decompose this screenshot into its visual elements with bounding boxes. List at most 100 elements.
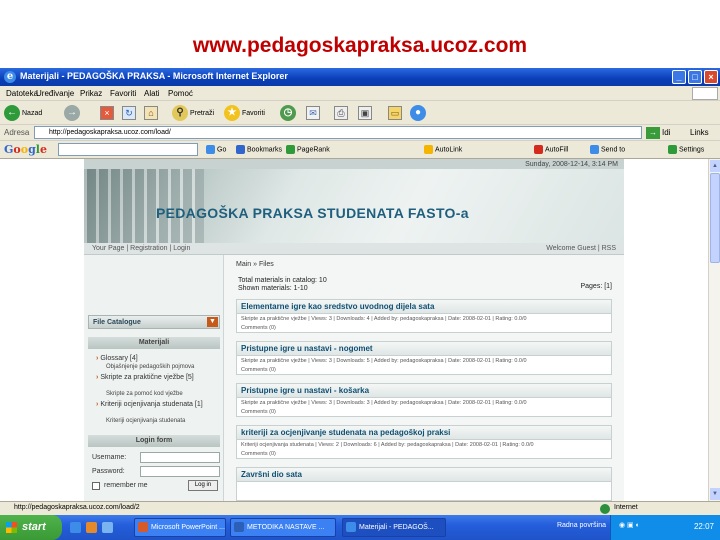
go-button[interactable]: Idi bbox=[662, 128, 670, 137]
menu-tools[interactable]: Alati bbox=[144, 89, 160, 98]
file-entry-title[interactable]: kriteriji za ocjenjivanje studenata na p… bbox=[237, 426, 611, 440]
google-settings-button[interactable]: Settings bbox=[668, 145, 704, 154]
address-bar: Adresa http://pedagoskapraksa.ucoz.com/l… bbox=[0, 125, 720, 141]
site-top-strip: Sunday, 2008-12-14, 3:14 PM bbox=[84, 159, 624, 169]
remember-me-label: remember me bbox=[104, 482, 148, 489]
remember-me-checkbox[interactable] bbox=[92, 482, 100, 490]
file-entry-title[interactable]: Pristupne igre u nastavi - košarka bbox=[237, 384, 611, 398]
menu-favorites[interactable]: Favoriti bbox=[110, 89, 136, 98]
category-kriteriji[interactable]: › Kriteriji ocjenjivanja studenata [1] bbox=[96, 401, 203, 408]
stop-button[interactable]: × bbox=[100, 104, 114, 122]
windows-flag-icon bbox=[6, 522, 17, 533]
maximize-button[interactable]: □ bbox=[688, 70, 702, 84]
quicklaunch-media-icon[interactable] bbox=[86, 522, 97, 533]
file-entry: Pristupne igre u nastavi - košarka Skrip… bbox=[236, 383, 612, 417]
quicklaunch-ie-icon[interactable] bbox=[70, 522, 81, 533]
home-button[interactable]: ⌂ bbox=[144, 104, 158, 122]
mail-button[interactable]: ✉ bbox=[306, 104, 320, 122]
favorites-button[interactable]: ★ Favoriti bbox=[224, 104, 265, 122]
print-button[interactable]: ⎙ bbox=[334, 104, 348, 122]
scroll-up-icon[interactable]: ▲ bbox=[710, 160, 720, 172]
breadcrumb[interactable]: Main » Files bbox=[236, 261, 274, 268]
menu-help[interactable]: Pomoć bbox=[168, 89, 193, 98]
category-skripte[interactable]: › Skripte za praktične vježbe [5] bbox=[96, 374, 194, 381]
start-button[interactable]: start bbox=[0, 515, 62, 540]
nav-welcome[interactable]: Welcome Guest | RSS bbox=[546, 245, 616, 252]
site-navbar: Your Page | Registration | Login Welcome… bbox=[84, 243, 624, 255]
file-entry-comments[interactable]: Comments (0) bbox=[237, 449, 611, 458]
history-button[interactable]: ◷ bbox=[280, 104, 296, 122]
browser-window: e Materijali - PEDAGOŠKA PRAKSA - Micros… bbox=[0, 68, 720, 540]
google-bookmarks-button[interactable]: Bookmarks bbox=[236, 145, 282, 154]
autolink-icon bbox=[424, 145, 433, 154]
google-search-input[interactable] bbox=[58, 143, 198, 156]
file-entry: Elementarne igre kao sredstvo uvodnog di… bbox=[236, 299, 612, 333]
menu-edit[interactable]: Uređivanje bbox=[36, 89, 74, 98]
file-entry-title[interactable]: Elementarne igre kao sredstvo uvodnog di… bbox=[237, 300, 611, 314]
search-button[interactable]: ⚲ Pretraži bbox=[172, 104, 214, 122]
google-logo[interactable]: Google bbox=[4, 143, 47, 156]
google-autofill-button[interactable]: AutoFill bbox=[534, 145, 568, 154]
nav-user-links[interactable]: Your Page | Registration | Login bbox=[92, 245, 190, 252]
google-bookmarks-label: Bookmarks bbox=[247, 146, 283, 154]
file-entry-comments[interactable]: Comments (0) bbox=[237, 407, 611, 416]
file-entry-comments[interactable]: Comments (0) bbox=[237, 323, 611, 332]
file-entry-meta: Skripte za praktične vježbe | Views: 3 |… bbox=[241, 316, 527, 322]
task-powerpoint[interactable]: Microsoft PowerPoint ... bbox=[134, 518, 226, 537]
chevron-down-icon: ▼ bbox=[207, 317, 218, 327]
close-button[interactable]: × bbox=[704, 70, 718, 84]
clock: 22:07 bbox=[693, 522, 714, 531]
google-sendto-label: Send to bbox=[601, 146, 626, 154]
file-catalogue-dropdown[interactable]: File Catalogue ▼ bbox=[88, 315, 220, 329]
google-go-label: Go bbox=[217, 146, 227, 154]
task-ie[interactable]: Materijali - PEDAGOŠ... bbox=[342, 518, 446, 537]
scroll-down-icon[interactable]: ▼ bbox=[710, 488, 720, 500]
google-go-button[interactable]: Go bbox=[206, 145, 226, 154]
google-sendto-button[interactable]: Send to bbox=[590, 145, 625, 154]
menu-view[interactable]: Prikaz bbox=[80, 89, 102, 98]
category-glossary-desc: Objašnjenje pedagoških pojmova bbox=[106, 364, 195, 370]
category-glossary[interactable]: › Glossary [4] bbox=[96, 355, 138, 362]
category-glossary-label: Glossary [4] bbox=[100, 355, 138, 362]
site-title: PEDAGOŠKA PRAKSA STUDENATA FASTO-a bbox=[156, 205, 469, 221]
scroll-thumb[interactable] bbox=[710, 173, 720, 263]
google-pagerank[interactable]: PageRank bbox=[286, 145, 330, 154]
login-form-header: Login form bbox=[88, 435, 220, 447]
desktop-toolbar[interactable]: Radna površina bbox=[557, 522, 606, 529]
folder-button[interactable]: ▭ bbox=[388, 104, 402, 122]
file-entry-comments[interactable]: Comments (0) bbox=[237, 365, 611, 374]
menu-file[interactable]: Datoteka bbox=[6, 89, 38, 98]
vertical-scrollbar[interactable]: ▲ ▼ bbox=[708, 159, 720, 501]
bullet-icon: › bbox=[96, 374, 99, 381]
menu-bar: Datoteka Uređivanje Prikaz Favoriti Alat… bbox=[0, 86, 720, 101]
back-button[interactable]: ← Nazad bbox=[4, 104, 42, 122]
discuss-icon: ▣ bbox=[358, 106, 372, 120]
task-word[interactable]: METODIKA NASTAVE ... bbox=[230, 518, 336, 537]
refresh-button[interactable]: ↻ bbox=[122, 104, 136, 122]
title-bar: e Materijali - PEDAGOŠKA PRAKSA - Micros… bbox=[0, 68, 720, 86]
file-entry-title[interactable]: Završni dio sata bbox=[237, 468, 611, 482]
system-tray: ◉ ▣ ◐ 22:07 bbox=[610, 515, 720, 540]
username-input[interactable] bbox=[140, 452, 220, 463]
tray-icons[interactable]: ◉ ▣ ◐ bbox=[619, 521, 640, 529]
address-input[interactable]: http://pedagoskapraksa.ucoz.com/load/ bbox=[34, 126, 642, 139]
go-arrow-icon[interactable]: → bbox=[646, 127, 660, 139]
forward-button[interactable]: → bbox=[64, 104, 80, 122]
file-entry-title[interactable]: Pristupne igre u nastavi - nogomet bbox=[237, 342, 611, 356]
print-icon: ⎙ bbox=[334, 106, 348, 120]
file-entry-meta: Skripte za praktične vježbe | Views: 3 |… bbox=[241, 358, 527, 364]
password-input[interactable] bbox=[140, 466, 220, 477]
minimize-button[interactable]: _ bbox=[672, 70, 686, 84]
links-button[interactable]: Links bbox=[690, 128, 709, 137]
google-autolink-button[interactable]: AutoLink bbox=[424, 145, 462, 154]
status-bar: http://pedagoskapraksa.ucoz.com/load/2 I… bbox=[0, 501, 720, 515]
mail-icon: ✉ bbox=[306, 106, 320, 120]
pagination[interactable]: Pages: [1] bbox=[580, 283, 612, 290]
messenger-button[interactable]: ● bbox=[410, 104, 426, 122]
login-button[interactable]: Log in bbox=[188, 480, 218, 491]
category-kriteriji-desc: Kriteriji ocjenjivanja studenata bbox=[106, 418, 186, 424]
discuss-button[interactable]: ▣ bbox=[358, 104, 372, 122]
quicklaunch-desktop-icon[interactable] bbox=[102, 522, 113, 533]
total-materials: Total materials in catalog: 10 bbox=[238, 277, 327, 284]
slide-caption: www.pedagoskapraksa.ucoz.com bbox=[192, 34, 528, 57]
